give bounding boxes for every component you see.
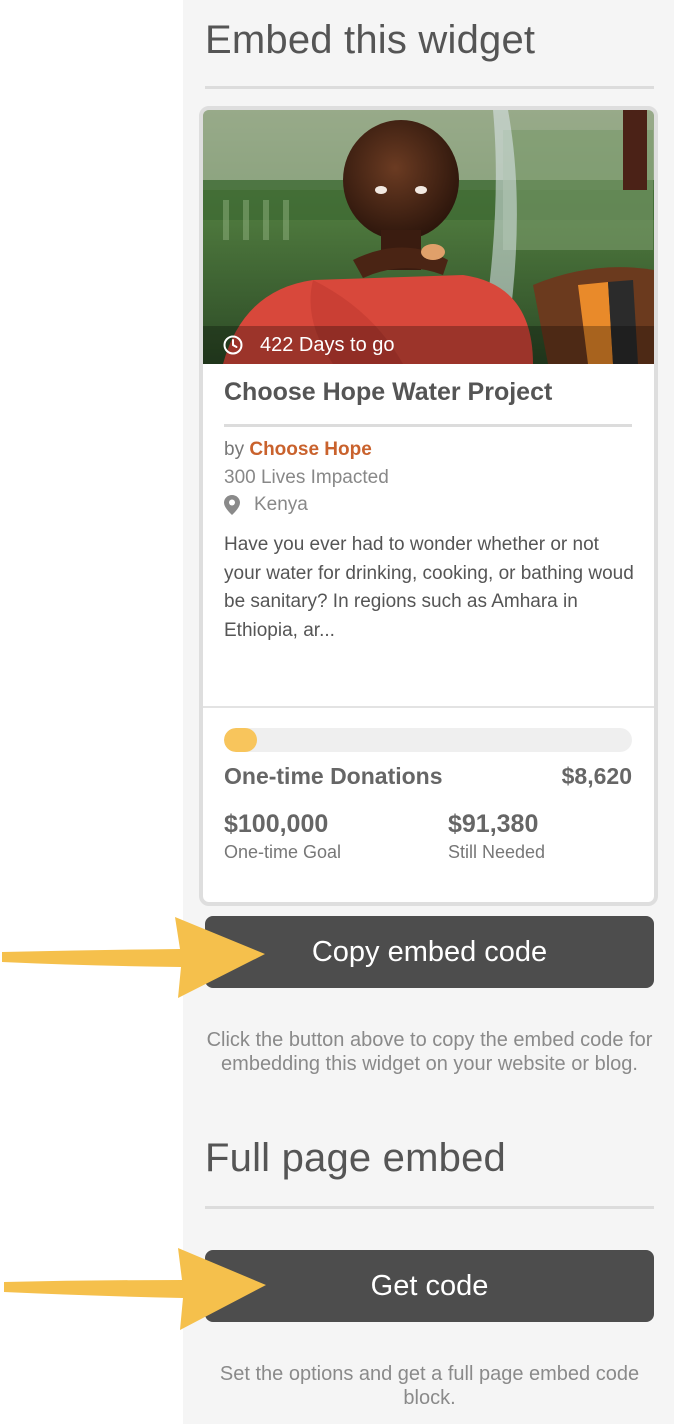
clock-icon <box>223 335 243 355</box>
donation-progress-bar <box>224 728 632 752</box>
map-pin-icon <box>224 495 240 515</box>
organization-link[interactable]: Choose Hope <box>249 439 371 460</box>
arrow-annotation-get-code <box>4 1248 266 1330</box>
goal-value: $100,000 <box>224 810 329 838</box>
location-line: Kenya <box>224 494 308 516</box>
widget-card[interactable]: 422 Days to go Choose Hope Water Project… <box>199 106 658 906</box>
by-prefix: by <box>224 439 245 460</box>
full-page-section-title: Full page embed <box>205 1136 506 1180</box>
embed-section-divider <box>205 86 654 89</box>
widget-hero-image: 422 Days to go <box>203 110 654 364</box>
goal-label: One-time Goal <box>224 842 342 862</box>
days-to-go-bar: 422 Days to go <box>203 326 654 364</box>
donation-progress-fill <box>224 728 257 752</box>
embed-section-title: Embed this widget <box>205 18 536 62</box>
copy-help-text: Click the button above to copy the embed… <box>206 1029 653 1075</box>
arrow-annotation-copy <box>2 917 265 998</box>
full-page-section-divider <box>205 1206 654 1209</box>
full-page-help-text: Set the options and get a full page embe… <box>219 1363 640 1409</box>
days-to-go-text: 422 Days to go <box>260 333 395 356</box>
card-split-divider <box>203 706 654 708</box>
donations-label: One-time Donations <box>224 763 443 789</box>
title-divider <box>224 424 632 427</box>
organization-line: by Choose Hope <box>224 439 372 461</box>
project-description: Have you ever had to wonder whether or n… <box>224 534 634 641</box>
lives-impacted: 300 Lives Impacted <box>224 467 389 488</box>
project-title[interactable]: Choose Hope Water Project <box>224 378 552 407</box>
needed-label: Still Needed <box>448 842 546 862</box>
donations-value: $8,620 <box>561 763 632 789</box>
copy-embed-code-button[interactable]: Copy embed code <box>205 916 654 988</box>
get-code-button[interactable]: Get code <box>205 1250 654 1322</box>
needed-value: $91,380 <box>448 810 539 838</box>
location-text: Kenya <box>254 494 308 515</box>
